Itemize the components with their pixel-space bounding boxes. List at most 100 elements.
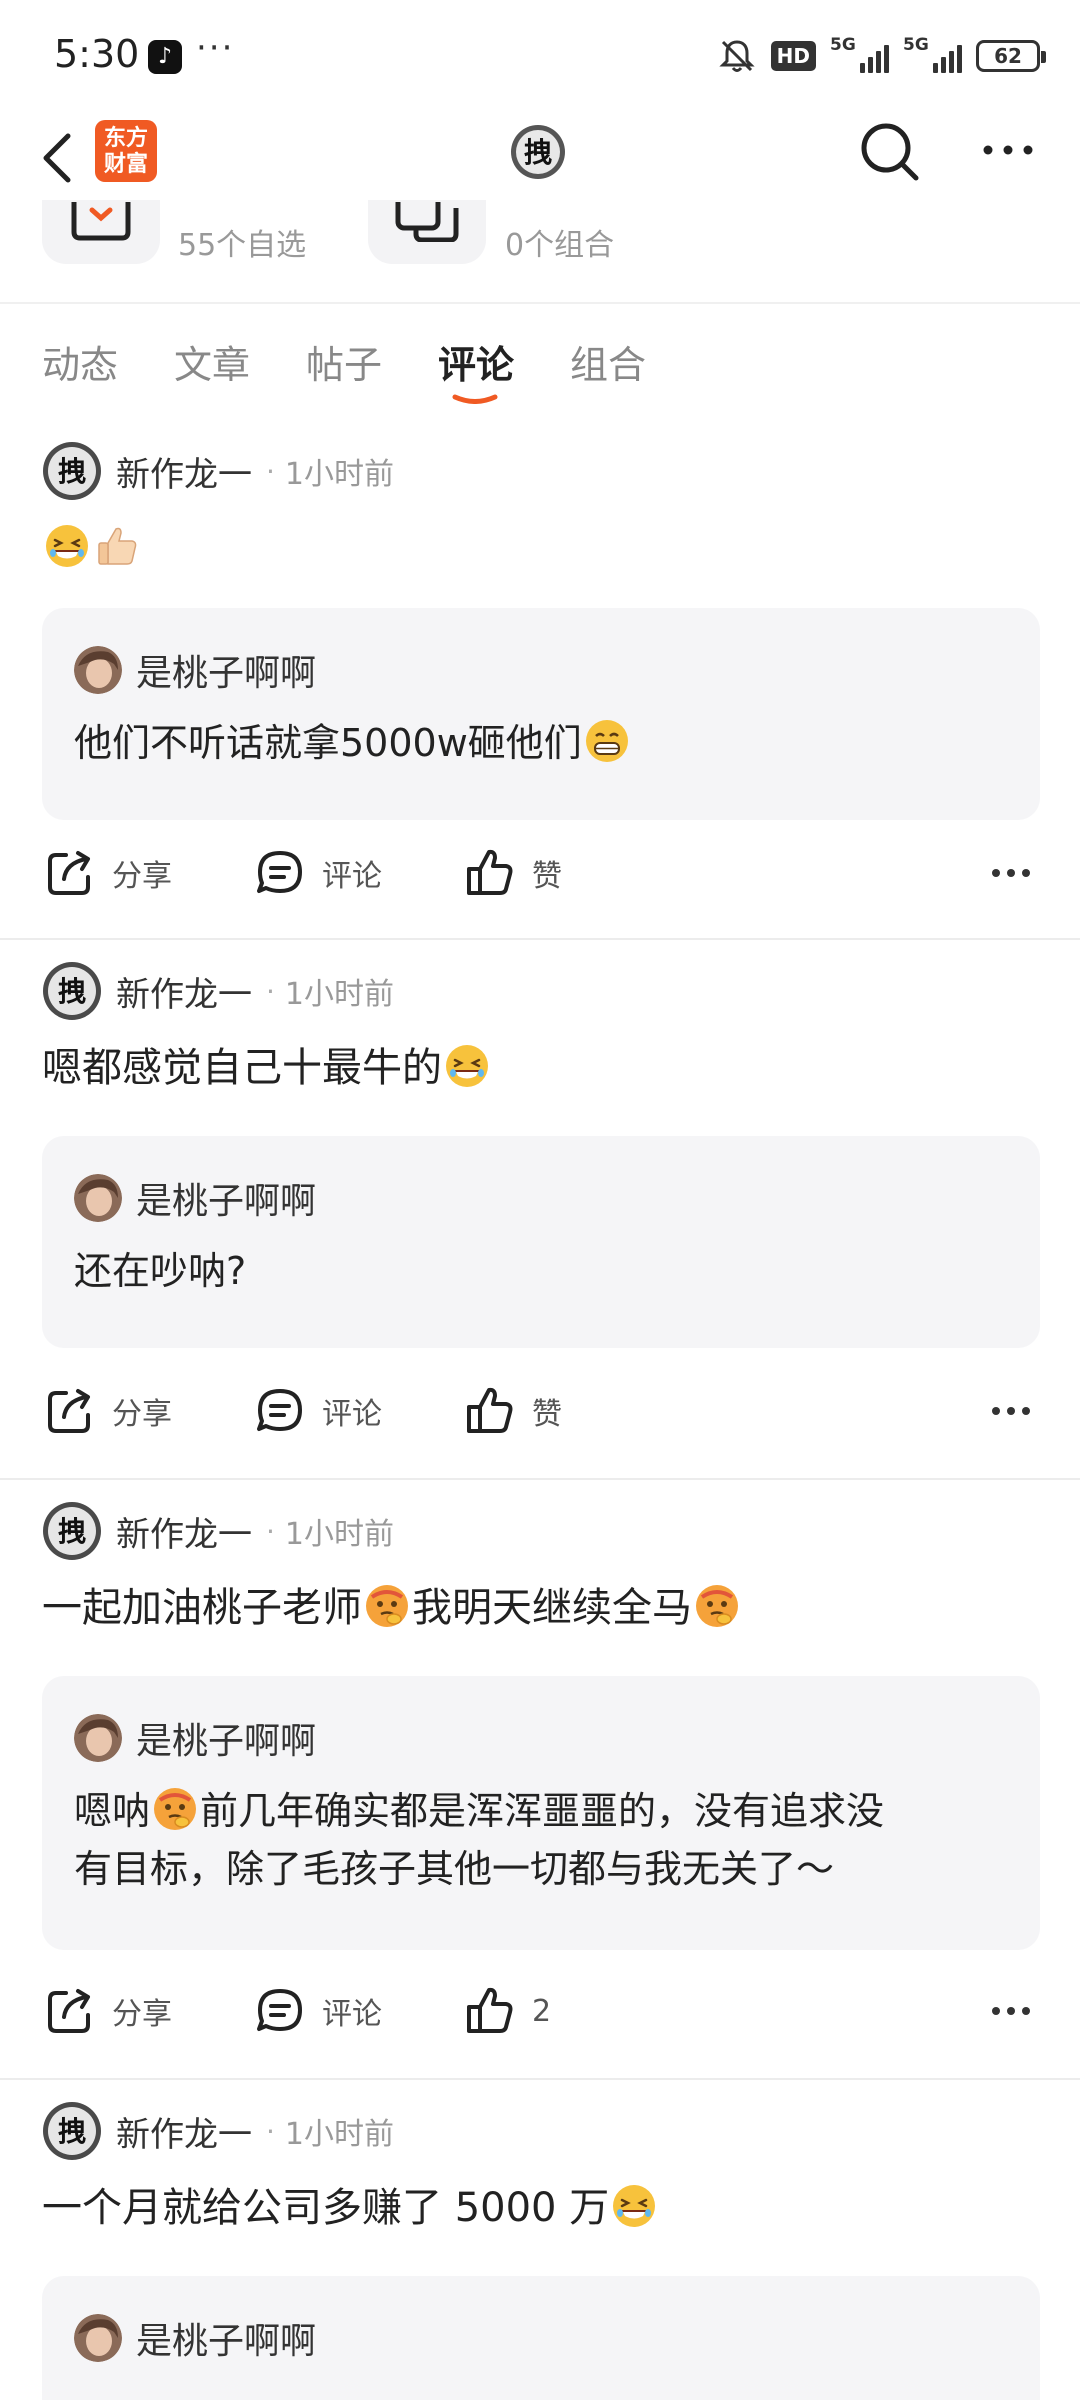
avatar-char: 拽	[58, 975, 86, 1008]
quote-header: 是桃子啊啊	[74, 1172, 316, 1224]
separator-dot: ·	[266, 2114, 275, 2148]
network-type-label: 5G	[903, 35, 929, 55]
comment-header: 拽 新作龙一 · 1小时前	[42, 1500, 394, 1562]
quote-author-name[interactable]: 是桃子啊啊	[136, 2312, 316, 2364]
thumbs-up-icon	[464, 1985, 516, 2037]
comment-actions: 分享 评论 赞	[0, 838, 1080, 908]
status-bar: 5:30 ♪ ··· HD 5G 5G 62	[0, 0, 1080, 110]
comment-text-content: 嗯都感觉自己十最牛的	[42, 1045, 442, 1091]
quote-text: 嗯呐 前几年确实都是浑浑噩噩的，没有追求没 有目标，除了毛孩子其他一切都与我无关了～	[74, 1782, 1014, 1898]
laughing-face-emoji-icon	[444, 1043, 490, 1089]
quoted-reply[interactable]: 是桃子啊啊	[42, 2276, 1040, 2400]
author-avatar[interactable]: 拽	[42, 441, 102, 501]
more-options-icon[interactable]	[988, 1994, 1034, 2028]
tab-articles[interactable]: 文章	[174, 334, 250, 389]
comment-header: 拽 新作龙一 · 1小时前	[42, 440, 394, 502]
quote-author-name[interactable]: 是桃子啊啊	[136, 644, 316, 696]
quote-text: 他们不听话就拿5000w砸他们	[74, 714, 1014, 772]
share-button[interactable]: 分享	[44, 1976, 172, 2046]
comment-header: 拽 新作龙一 · 1小时前	[42, 2100, 394, 2162]
author-name[interactable]: 新作龙一	[116, 1507, 252, 1556]
tiktok-notification-icon: ♪	[148, 40, 182, 74]
share-icon	[44, 1985, 96, 2037]
share-button[interactable]: 分享	[44, 1376, 172, 1446]
portfolio-count[interactable]: 0个组合	[505, 220, 614, 264]
tab-comments[interactable]: 评论	[438, 334, 514, 389]
quote-header: 是桃子啊啊	[74, 1712, 316, 1764]
timestamp: 1小时前	[284, 2117, 394, 2152]
comment-card: 拽 新作龙一 · 1小时前 一个月就给公司多赚了 5000 万 是桃子啊啊	[0, 2080, 1080, 2400]
author-avatar[interactable]: 拽	[42, 961, 102, 1021]
share-icon	[44, 1385, 96, 1437]
profile-avatar[interactable]: 拽	[510, 124, 566, 180]
quote-author-name[interactable]: 是桃子啊啊	[136, 1172, 316, 1224]
comment-label: 评论	[322, 859, 382, 894]
comment-text	[42, 520, 1042, 576]
comment-button[interactable]: 评论	[254, 838, 382, 908]
watchlist-icon-box[interactable]	[42, 200, 160, 264]
more-options-icon[interactable]	[988, 1394, 1034, 1428]
portfolio-icon-box[interactable]	[368, 200, 486, 264]
share-label: 分享	[112, 859, 172, 894]
tab-portfolios[interactable]: 组合	[570, 334, 646, 389]
like-button[interactable]: 2	[464, 1976, 551, 2046]
quote-author-name[interactable]: 是桃子啊啊	[136, 1712, 316, 1764]
hd-voice-badge: HD	[770, 41, 816, 71]
comment-button[interactable]: 评论	[254, 1976, 382, 2046]
quoted-reply[interactable]: 是桃子啊啊 嗯呐 前几年确实都是浑浑噩噩的，没有追求没 有目标，除了毛孩子其他一切都…	[42, 1676, 1040, 1950]
author-avatar[interactable]: 拽	[42, 1501, 102, 1561]
signal-icon: 5G	[903, 35, 962, 73]
signal-icon: 5G	[830, 35, 889, 73]
like-button[interactable]: 赞	[464, 838, 562, 908]
status-indicators: HD 5G 5G 62	[717, 35, 1046, 76]
comment-icon	[254, 1985, 306, 2037]
quote-author-avatar[interactable]	[74, 1714, 122, 1762]
more-notifications-icon: ···	[196, 28, 235, 68]
watchlist-icon	[71, 202, 131, 241]
comment-icon	[254, 1385, 306, 1437]
quoted-reply[interactable]: 是桃子啊啊 他们不听话就拿5000w砸他们	[42, 608, 1040, 820]
app-logo: 东方 财富	[95, 120, 157, 182]
quote-header: 是桃子啊啊	[74, 644, 316, 696]
back-arrow-icon[interactable]	[38, 128, 78, 188]
author-avatar[interactable]: 拽	[42, 2101, 102, 2161]
comment-text: 一起加油桃子老师 我明天继续全马	[42, 1580, 1042, 1636]
profile-stats-row: 55个自选 0个组合	[0, 200, 1080, 304]
logo-text-line2: 财富	[103, 152, 148, 177]
more-options-icon[interactable]	[988, 856, 1034, 890]
share-icon	[44, 847, 96, 899]
quote-author-avatar[interactable]	[74, 2314, 122, 2362]
comment-text: 嗯都感觉自己十最牛的	[42, 1040, 1042, 1096]
quote-author-avatar[interactable]	[74, 1174, 122, 1222]
comment-button[interactable]: 评论	[254, 1376, 382, 1446]
portfolio-icon	[395, 202, 459, 242]
share-label: 分享	[112, 1997, 172, 2032]
comment-card: 拽 新作龙一 · 1小时前 嗯都感觉自己十最牛的 是桃子啊啊 还在吵呐? 分享 …	[0, 940, 1080, 1480]
logo-text-line1: 东方	[103, 126, 148, 151]
comment-label: 评论	[322, 1997, 382, 2032]
quote-author-avatar[interactable]	[74, 646, 122, 694]
like-count: 2	[532, 1993, 552, 2029]
like-label: 赞	[532, 1397, 562, 1432]
comment-label: 评论	[322, 1397, 382, 1432]
comment-text: 一个月就给公司多赚了 5000 万	[42, 2180, 1042, 2236]
tab-posts[interactable]: 帖子	[306, 334, 382, 389]
author-name[interactable]: 新作龙一	[116, 2107, 252, 2156]
comment-actions: 分享 评论 2	[0, 1976, 1080, 2046]
share-label: 分享	[112, 1397, 172, 1432]
author-name[interactable]: 新作龙一	[116, 447, 252, 496]
tab-activity[interactable]: 动态	[42, 334, 118, 389]
search-icon[interactable]	[858, 120, 922, 184]
like-button[interactable]: 赞	[464, 1376, 562, 1446]
author-name[interactable]: 新作龙一	[116, 967, 252, 1016]
watchlist-count[interactable]: 55个自选	[178, 220, 306, 264]
more-options-icon[interactable]	[978, 130, 1038, 170]
quoted-reply[interactable]: 是桃子啊啊 还在吵呐?	[42, 1136, 1040, 1348]
quote-header: 是桃子啊啊	[74, 2312, 316, 2364]
thumbs-up-emoji-icon	[94, 523, 140, 569]
bell-muted-icon	[719, 40, 755, 72]
profile-tabs: 动态 文章 帖子 评论 组合	[0, 310, 1080, 410]
comment-text-content: 一个月就给公司多赚了 5000 万	[42, 2185, 610, 2231]
share-button[interactable]: 分享	[44, 838, 172, 908]
avatar-char: 拽	[524, 136, 552, 169]
